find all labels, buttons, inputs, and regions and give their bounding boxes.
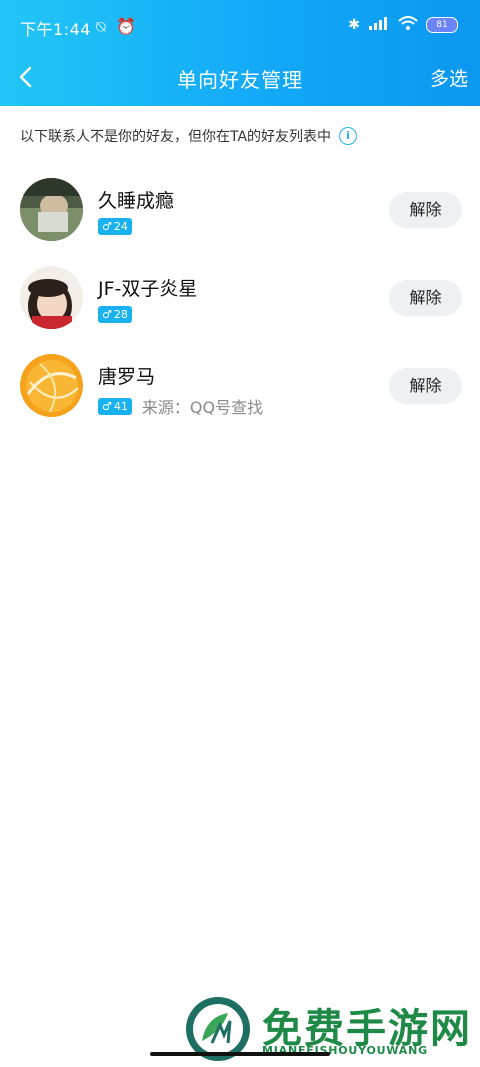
age-value: 24 [113, 220, 128, 233]
info-icon[interactable]: i [339, 127, 358, 145]
home-indicator[interactable] [150, 1052, 330, 1056]
avatar[interactable] [20, 178, 83, 241]
age-value: 41 [113, 399, 128, 413]
contact-meta: ♂ 24 [98, 218, 132, 235]
mute-icon: ⍉ [96, 17, 106, 36]
contact-meta: ♂ 41 来源：QQ号查找 [98, 394, 263, 418]
alarm-icon: ⏰ [116, 17, 136, 36]
remove-button[interactable]: 解除 [389, 192, 462, 228]
remove-button[interactable]: 解除 [389, 368, 462, 404]
male-icon: ♂ [102, 308, 112, 321]
avatar[interactable] [20, 266, 83, 329]
contact-name: JF-双子炎星 [98, 278, 198, 300]
status-right: ✱ 81 [348, 16, 458, 34]
gender-age-badge: ♂ 28 [98, 306, 132, 323]
avatar[interactable] [20, 354, 83, 417]
status-time: 下午1:44 [20, 20, 91, 39]
contact-row[interactable]: 唐罗马 ♂ 41 来源：QQ号查找 解除 [0, 344, 480, 432]
notice-text: 以下联系人不是你的好友，但你在TA的好友列表中 [20, 129, 332, 145]
battery-indicator: 81 [426, 17, 458, 33]
contact-row[interactable]: JF-双子炎星 ♂ 28 解除 [0, 256, 480, 344]
contact-source: 来源：QQ号查找 [141, 398, 264, 417]
status-bar: 下午1:44 ⍉ ⏰ ✱ 81 [0, 10, 480, 44]
male-icon: ♂ [102, 220, 112, 233]
contact-name: 唐罗马 [98, 366, 156, 388]
age-value: 28 [113, 308, 128, 321]
notice: 以下联系人不是你的好友，但你在TA的好友列表中 i [20, 124, 358, 148]
male-icon: ♂ [102, 399, 112, 413]
header: 下午1:44 ⍉ ⏰ ✱ 81 单向好友管理 多选 [0, 0, 480, 106]
signal-icon [368, 16, 390, 34]
page-title: 单向好友管理 [177, 68, 303, 92]
contact-meta: ♂ 28 [98, 306, 132, 323]
bluetooth-icon: ✱ [348, 17, 360, 33]
contact-row[interactable]: 久睡成瘾 ♂ 24 解除 [0, 168, 480, 256]
gender-age-badge: ♂ 24 [98, 218, 132, 235]
wifi-icon [398, 16, 418, 34]
gender-age-badge: ♂ 41 [98, 397, 132, 415]
multi-select-button[interactable]: 多选 [430, 64, 468, 91]
contact-name: 久睡成瘾 [98, 190, 175, 212]
nav-bar: 单向好友管理 多选 [0, 52, 480, 102]
remove-button[interactable]: 解除 [389, 280, 462, 316]
contact-list: 久睡成瘾 ♂ 24 解除 JF-双子炎星 ♂ 28 解除 唐罗马 ♂ 41 来源… [0, 168, 480, 432]
